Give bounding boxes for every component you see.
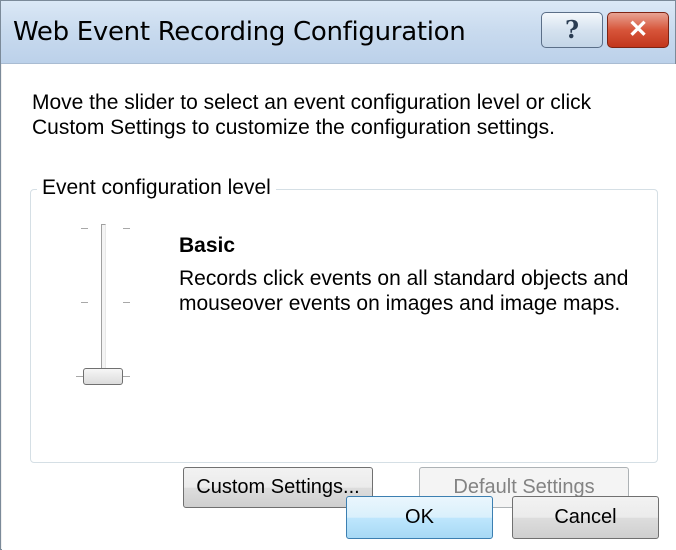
- cancel-button[interactable]: Cancel: [512, 496, 659, 539]
- slider-thumb[interactable]: [83, 368, 123, 385]
- window-title: Web Event Recording Configuration: [13, 17, 466, 47]
- question-mark-icon: ?: [564, 15, 580, 44]
- configuration-dialog: Web Event Recording Configuration ? ✕ Mo…: [0, 0, 676, 550]
- slider-tick-mark: [123, 376, 130, 377]
- slider-tick-mark: [81, 228, 88, 229]
- group-label: Event configuration level: [37, 176, 276, 200]
- slider-tick-mark: [76, 376, 83, 377]
- slider-tick-mark: [123, 302, 130, 303]
- slider-tick-mark: [123, 228, 130, 229]
- dialog-content: Move the slider to select an event confi…: [2, 64, 676, 550]
- slider-tick-mark: [81, 302, 88, 303]
- close-icon: ✕: [627, 16, 649, 43]
- instructions-text: Move the slider to select an event confi…: [32, 91, 592, 139]
- close-button[interactable]: ✕: [607, 12, 669, 48]
- ok-button[interactable]: OK: [346, 496, 493, 539]
- custom-settings-button[interactable]: Custom Settings...: [183, 467, 373, 508]
- slider-track[interactable]: [101, 224, 106, 376]
- event-configuration-group: Event configuration level Basic Records …: [30, 176, 658, 508]
- level-description: Records click events on all standard obj…: [179, 267, 629, 315]
- help-button[interactable]: ?: [541, 12, 603, 48]
- level-name: Basic: [179, 234, 236, 257]
- title-bar: Web Event Recording Configuration ? ✕: [1, 1, 675, 64]
